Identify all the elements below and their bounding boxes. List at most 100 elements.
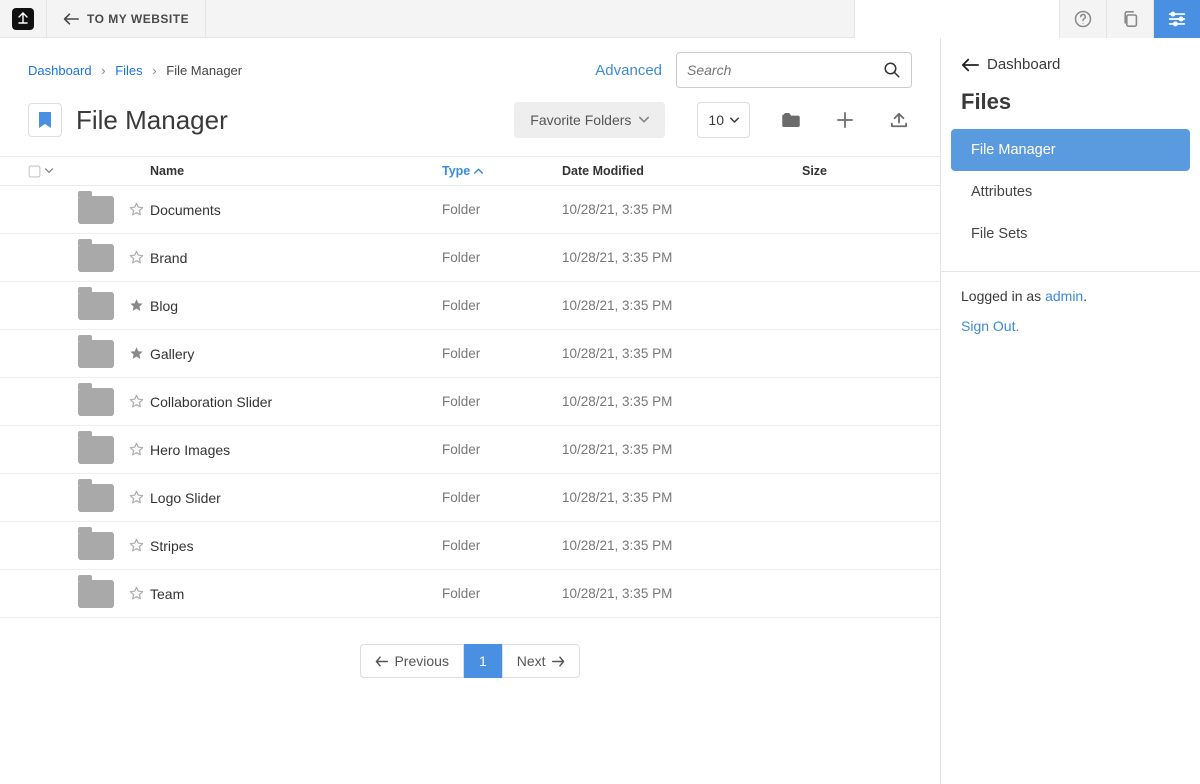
back-to-site-text: TO MY WEBSITE <box>87 12 189 26</box>
pager-page-1[interactable]: 1 <box>464 644 502 678</box>
add-button[interactable] <box>832 102 858 138</box>
file-search[interactable] <box>676 52 912 88</box>
folder-icon <box>78 244 114 272</box>
back-to-site-link[interactable]: TO MY WEBSITE <box>47 0 206 37</box>
select-all[interactable] <box>28 165 78 178</box>
folder-icon <box>78 484 114 512</box>
breadcrumb-current: File Manager <box>166 63 242 78</box>
user-link[interactable]: admin <box>1045 288 1083 304</box>
chevron-down-icon[interactable] <box>45 168 53 174</box>
breadcrumb-link-dashboard[interactable]: Dashboard <box>28 63 92 78</box>
file-type: Folder <box>442 442 562 457</box>
favorite-toggle[interactable] <box>122 202 150 217</box>
table-row[interactable]: TeamFolder10/28/21, 3:35 PM <box>0 570 940 618</box>
arrow-left-icon <box>375 656 388 667</box>
top-bar: TO MY WEBSITE <box>0 0 1200 38</box>
favorite-toggle[interactable] <box>122 586 150 601</box>
arrow-right-icon <box>552 656 565 667</box>
folder-icon <box>782 113 800 127</box>
breadcrumb-link-files[interactable]: Files <box>115 63 142 78</box>
table-row[interactable]: Hero ImagesFolder10/28/21, 3:35 PM <box>0 426 940 474</box>
chevron-down-icon <box>639 116 649 124</box>
file-date: 10/28/21, 3:35 PM <box>562 394 802 409</box>
file-type: Folder <box>442 250 562 265</box>
chevron-down-icon <box>730 117 739 124</box>
table-row[interactable]: BrandFolder10/28/21, 3:35 PM <box>0 234 940 282</box>
select-all-checkbox[interactable] <box>29 165 41 177</box>
pager-previous[interactable]: Previous <box>360 644 463 678</box>
star-icon <box>129 586 144 601</box>
side-item-attributes[interactable]: Attributes <box>951 171 1190 213</box>
settings-button[interactable] <box>1153 0 1200 38</box>
per-page-dropdown[interactable]: 10 <box>697 102 750 138</box>
logged-in-info: Logged in as admin. <box>941 288 1200 304</box>
favorite-toggle[interactable] <box>122 442 150 457</box>
sign-out-link[interactable]: Sign Out. <box>961 318 1019 334</box>
star-filled-icon <box>129 346 144 361</box>
bookmark-toggle[interactable] <box>28 103 62 137</box>
favorite-toggle[interactable] <box>122 346 150 361</box>
file-name[interactable]: Blog <box>150 298 442 314</box>
arrow-left-icon <box>961 58 979 72</box>
table-row[interactable]: Collaboration SliderFolder10/28/21, 3:35… <box>0 378 940 426</box>
favorite-toggle[interactable] <box>122 298 150 313</box>
side-item-file-manager[interactable]: File Manager <box>951 129 1190 171</box>
table-row[interactable]: DocumentsFolder10/28/21, 3:35 PM <box>0 186 940 234</box>
folder-icon <box>78 292 114 320</box>
help-button[interactable] <box>1059 0 1106 38</box>
table-body: DocumentsFolder10/28/21, 3:35 PMBrandFol… <box>0 186 940 618</box>
folder-icon <box>78 340 114 368</box>
file-type: Folder <box>442 538 562 553</box>
upload-icon <box>890 112 908 128</box>
copy-button[interactable] <box>1106 0 1153 38</box>
col-header-date[interactable]: Date Modified <box>562 164 802 178</box>
file-name[interactable]: Team <box>150 586 442 602</box>
favorite-toggle[interactable] <box>122 394 150 409</box>
plus-icon <box>837 112 853 128</box>
favorite-toggle[interactable] <box>122 538 150 553</box>
folder-icon <box>78 196 114 224</box>
bookmark-icon <box>38 111 52 129</box>
file-name[interactable]: Collaboration Slider <box>150 394 442 410</box>
global-search-input[interactable] <box>877 11 1054 26</box>
help-icon <box>1074 10 1092 28</box>
col-header-size[interactable]: Size <box>802 164 912 178</box>
file-name[interactable]: Logo Slider <box>150 490 442 506</box>
side-title: Files <box>941 89 1200 129</box>
global-search[interactable] <box>854 0 1059 38</box>
side-nav: File ManagerAttributesFile Sets <box>941 129 1200 255</box>
table-row[interactable]: GalleryFolder10/28/21, 3:35 PM <box>0 330 940 378</box>
file-date: 10/28/21, 3:35 PM <box>562 298 802 313</box>
table-row[interactable]: BlogFolder10/28/21, 3:35 PM <box>0 282 940 330</box>
table-row[interactable]: StripesFolder10/28/21, 3:35 PM <box>0 522 940 570</box>
sort-asc-icon <box>474 168 483 175</box>
app-logo[interactable] <box>0 0 47 38</box>
folder-icon <box>78 388 114 416</box>
file-name[interactable]: Gallery <box>150 346 442 362</box>
pager-next[interactable]: Next <box>502 644 580 678</box>
table-row[interactable]: Logo SliderFolder10/28/21, 3:35 PM <box>0 474 940 522</box>
file-name[interactable]: Documents <box>150 202 442 218</box>
file-name[interactable]: Hero Images <box>150 442 442 458</box>
file-search-input[interactable] <box>687 62 883 78</box>
upload-button[interactable] <box>886 102 912 138</box>
folder-icon <box>78 436 114 464</box>
folder-icon <box>78 532 114 560</box>
col-header-name[interactable]: Name <box>150 164 442 178</box>
favorite-toggle[interactable] <box>122 490 150 505</box>
advanced-search-link[interactable]: Advanced <box>595 62 662 79</box>
new-folder-button[interactable] <box>778 102 804 138</box>
favorite-folders-dropdown[interactable]: Favorite Folders <box>514 102 665 138</box>
star-icon <box>129 442 144 457</box>
search-icon[interactable] <box>883 61 901 79</box>
file-date: 10/28/21, 3:35 PM <box>562 202 802 217</box>
main-panel: Dashboard › Files › File Manager Advance… <box>0 38 940 784</box>
side-back-link[interactable]: Dashboard <box>941 56 1200 89</box>
file-name[interactable]: Stripes <box>150 538 442 554</box>
favorite-toggle[interactable] <box>122 250 150 265</box>
arrow-left-icon <box>63 12 79 26</box>
star-icon <box>129 538 144 553</box>
side-item-file-sets[interactable]: File Sets <box>951 213 1190 255</box>
col-header-type[interactable]: Type <box>442 164 562 178</box>
file-name[interactable]: Brand <box>150 250 442 266</box>
